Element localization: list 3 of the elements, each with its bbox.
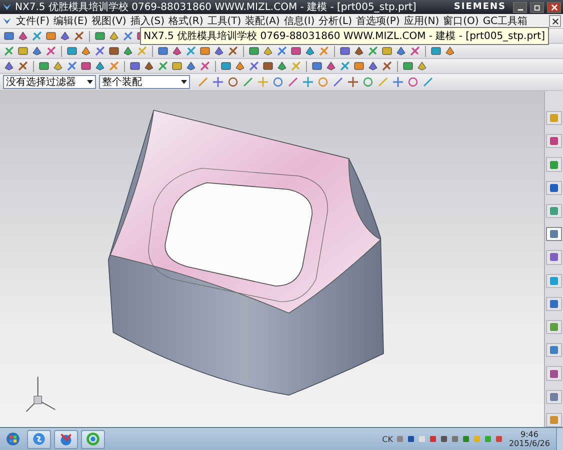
window-title: NX7.5 优胜模具培训学校 0769-88031860 WWW.MIZL.COM - 建模 - [prt005_stp.prt] xyxy=(15,0,418,14)
brand-label: SIEMENS xyxy=(454,2,506,12)
tooltip: NX7.5 优胜模具培训学校 0769-88031860 WWW.MIZL.COM - 建模 - [prt005_stp.prt] xyxy=(140,27,549,45)
